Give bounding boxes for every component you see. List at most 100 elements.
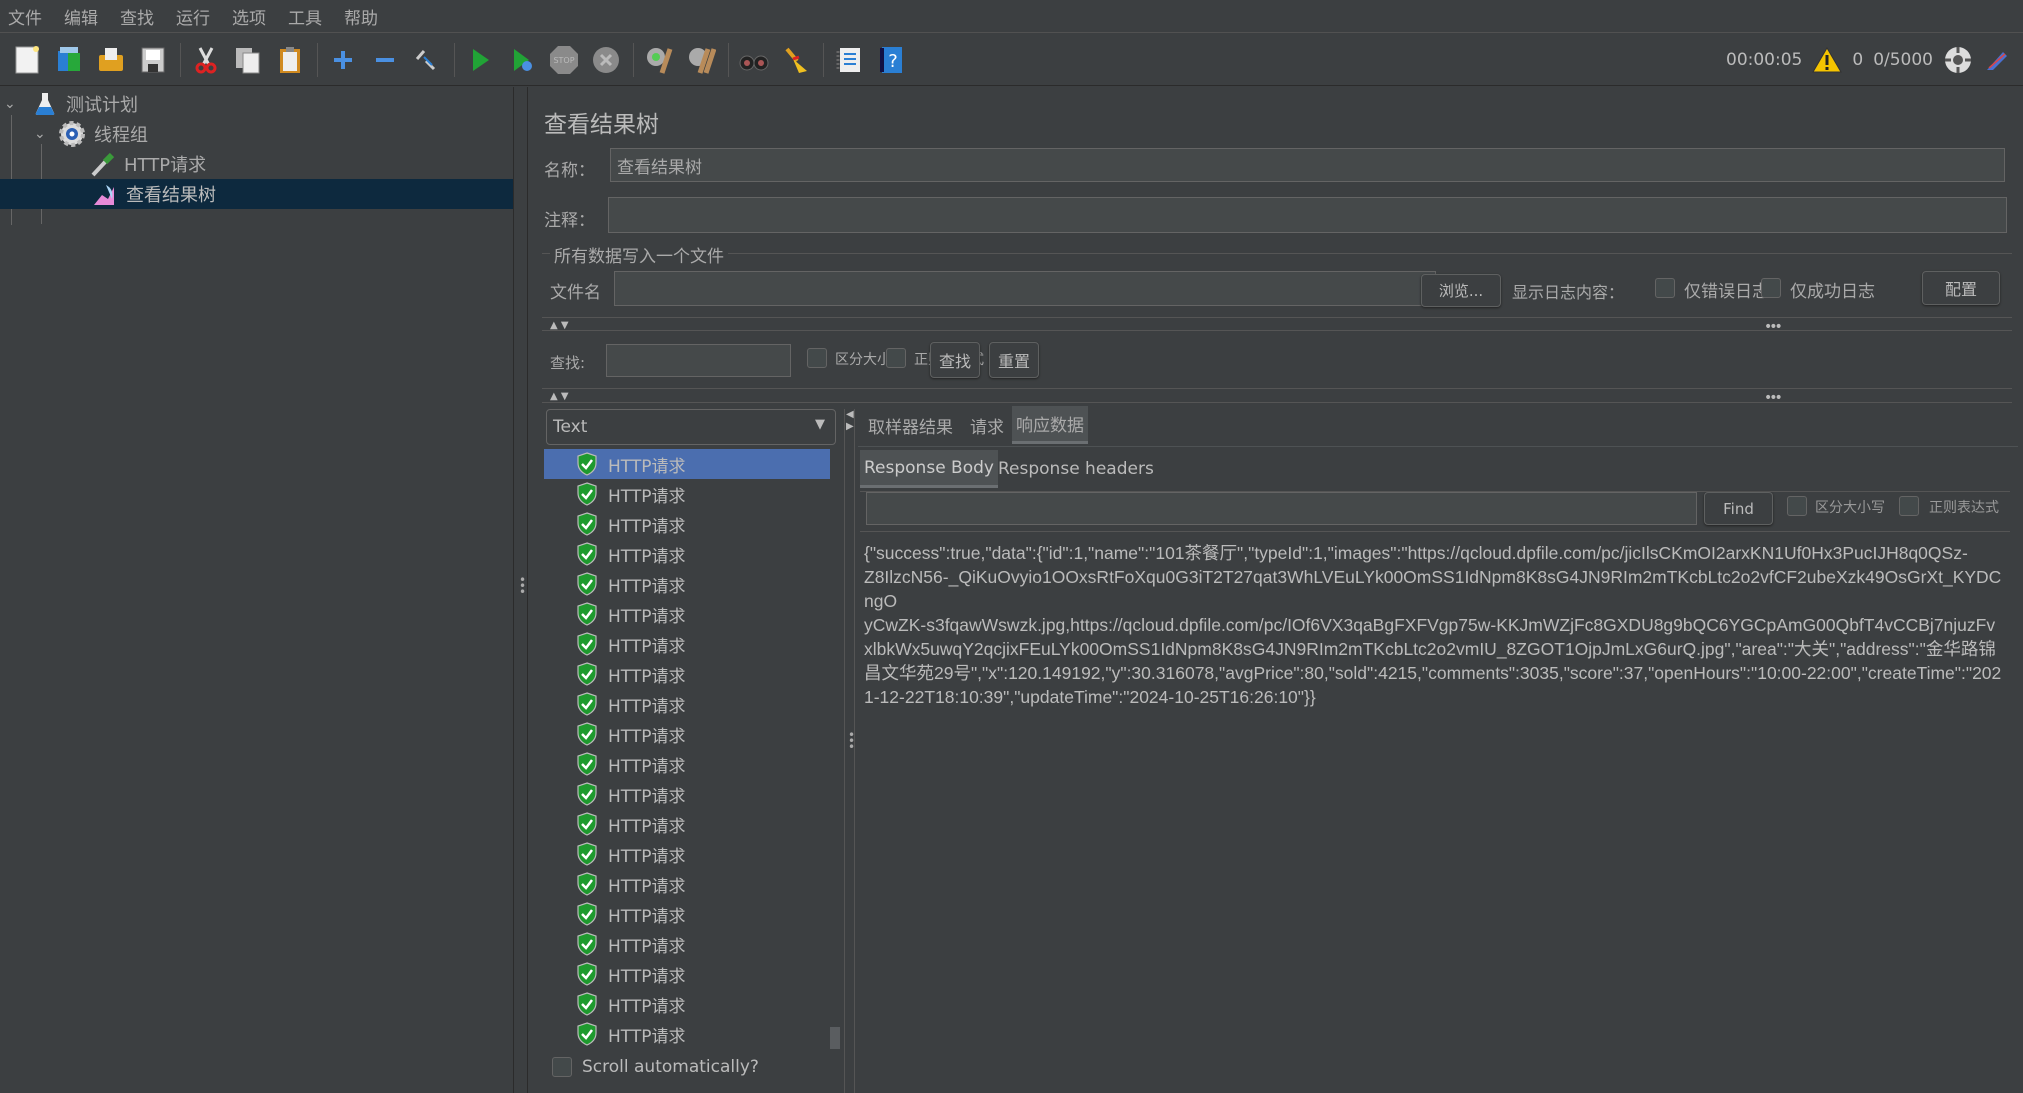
tab-request[interactable]: 请求 [966, 406, 1008, 444]
result-item[interactable]: HTTP请求 [544, 509, 830, 539]
success-shield-icon [577, 1022, 597, 1046]
tree-item-http-request[interactable]: HTTP请求 [90, 149, 206, 179]
split-handle-2[interactable]: ••• [1764, 390, 1783, 406]
renderer-select[interactable]: Text ▼ [546, 409, 836, 445]
response-find-button[interactable]: Find [1704, 492, 1773, 525]
subtab-response-headers[interactable]: Response headers [994, 450, 1158, 488]
result-item[interactable]: HTTP请求 [544, 659, 830, 689]
tree-item-view-results-tree[interactable]: 查看结果树 [0, 179, 513, 209]
comment-input[interactable] [608, 197, 2007, 233]
result-item[interactable]: HTTP请求 [544, 749, 830, 779]
body-line: xlbkWx5uwqY2qcjixFEuLYk00OmSS1IdNpm8K8sG… [864, 639, 1996, 659]
open-button[interactable] [94, 43, 128, 77]
tree-item-test-plan[interactable]: ⌄ 测试计划 [4, 89, 138, 119]
filename-input[interactable] [614, 271, 1436, 306]
toggle-button[interactable] [410, 43, 444, 77]
subtab-response-body[interactable]: Response Body [860, 450, 998, 488]
stop-button[interactable]: STOP [547, 43, 581, 77]
function-helper-button[interactable] [832, 43, 866, 77]
start-button[interactable] [463, 43, 497, 77]
collapse-all-button[interactable] [368, 43, 402, 77]
copy-button[interactable] [231, 43, 265, 77]
scroll-automatically-label: Scroll automatically? [582, 1057, 759, 1077]
result-item-label: HTTP请求 [608, 846, 686, 867]
tab-sampler-result[interactable]: 取样器结果 [864, 406, 957, 444]
chevron-down-icon[interactable]: ⌄ [4, 96, 22, 112]
result-item[interactable]: HTTP请求 [544, 569, 830, 599]
tree-splitter[interactable]: • • • [514, 87, 528, 1093]
response-regex-checkbox[interactable] [1899, 496, 1919, 516]
result-item-label: HTTP请求 [608, 666, 686, 687]
regex-checkbox[interactable] [886, 348, 906, 368]
errors-only-checkbox[interactable] [1655, 278, 1675, 298]
help-button[interactable]: ? [874, 43, 908, 77]
start-icon [473, 48, 489, 71]
reset-search-button[interactable] [779, 43, 813, 77]
clear-button[interactable] [642, 43, 676, 77]
paste-button[interactable] [273, 43, 307, 77]
result-item[interactable]: HTTP请求 [544, 839, 830, 869]
templates-icon [58, 46, 80, 71]
menu-run[interactable]: 运行 [176, 4, 210, 29]
new-button[interactable] [10, 43, 44, 77]
name-input[interactable]: 查看结果树 [610, 148, 2005, 182]
browse-button[interactable]: 浏览... [1421, 274, 1501, 307]
menu-file[interactable]: 文件 [8, 4, 42, 29]
clear-all-icon [689, 47, 716, 74]
result-item[interactable]: HTTP请求 [544, 899, 830, 929]
search-button[interactable] [737, 43, 771, 77]
menu-options[interactable]: 选项 [232, 4, 266, 29]
case-sensitive-checkbox[interactable] [807, 348, 827, 368]
result-item[interactable]: HTTP请求 [544, 989, 830, 1019]
results-scrollbar[interactable] [830, 1027, 840, 1049]
result-item[interactable]: HTTP请求 [544, 809, 830, 839]
result-item[interactable]: HTTP请求 [544, 959, 830, 989]
success-only-checkbox[interactable] [1761, 278, 1781, 298]
result-item[interactable]: HTTP请求 [544, 629, 830, 659]
result-item-label: HTTP请求 [608, 816, 686, 837]
menu-edit[interactable]: 编辑 [64, 4, 98, 29]
scroll-automatically-checkbox[interactable] [552, 1057, 572, 1077]
chevron-down-icon[interactable]: ⌄ [34, 126, 52, 142]
expand-all-button[interactable] [326, 43, 360, 77]
clear-all-button[interactable] [684, 43, 718, 77]
shutdown-button[interactable] [589, 43, 623, 77]
results-splitter-handle[interactable]: • • • [848, 729, 855, 753]
result-item-label: HTTP请求 [608, 606, 686, 627]
collapse-left-arrow[interactable]: ◀ ▶ [846, 409, 854, 433]
result-item[interactable]: HTTP请求 [544, 599, 830, 629]
result-item[interactable]: HTTP请求 [544, 689, 830, 719]
search-icon [739, 55, 769, 70]
file-group-label: 所有数据写入一个文件 [550, 242, 728, 267]
menu-tools[interactable]: 工具 [288, 4, 322, 29]
result-item[interactable]: HTTP请求 [544, 479, 830, 509]
result-item[interactable]: HTTP请求 [544, 779, 830, 809]
tree-item-thread-group[interactable]: ⌄ 线程组 [34, 119, 148, 149]
cut-button[interactable] [189, 43, 223, 77]
result-item[interactable]: HTTP请求 [544, 719, 830, 749]
result-item[interactable]: HTTP请求 [544, 539, 830, 569]
tab-response-data[interactable]: 响应数据 [1012, 406, 1088, 444]
find-button[interactable]: 查找 [930, 342, 980, 378]
result-item[interactable]: HTTP请求 [544, 449, 830, 479]
warning-icon[interactable] [1812, 46, 1843, 74]
search-input[interactable] [606, 344, 791, 377]
collapse-icon [376, 57, 394, 62]
response-body-text[interactable]: {"success":true,"data":{"id":1,"name":"1… [864, 541, 2004, 709]
success-shield-icon [577, 482, 597, 506]
result-item[interactable]: HTTP请求 [544, 929, 830, 959]
start-no-pause-icon [514, 48, 532, 71]
start-no-pause-button[interactable] [505, 43, 539, 77]
response-find-input[interactable] [866, 492, 1697, 525]
response-case-checkbox[interactable] [1787, 496, 1807, 516]
result-item[interactable]: HTTP请求 [544, 1019, 830, 1049]
result-item[interactable]: HTTP请求 [544, 869, 830, 899]
listener-graph-icon [94, 185, 114, 205]
reset-button[interactable]: 重置 [989, 342, 1039, 378]
save-button[interactable] [136, 43, 170, 77]
templates-button[interactable] [52, 43, 86, 77]
menu-search[interactable]: 查找 [120, 4, 154, 29]
configure-button[interactable]: 配置 [1922, 271, 2000, 305]
body-line: 1-12-22T18:10:39","updateTime":"2024-10-… [864, 687, 1316, 707]
menu-help[interactable]: 帮助 [344, 4, 378, 29]
